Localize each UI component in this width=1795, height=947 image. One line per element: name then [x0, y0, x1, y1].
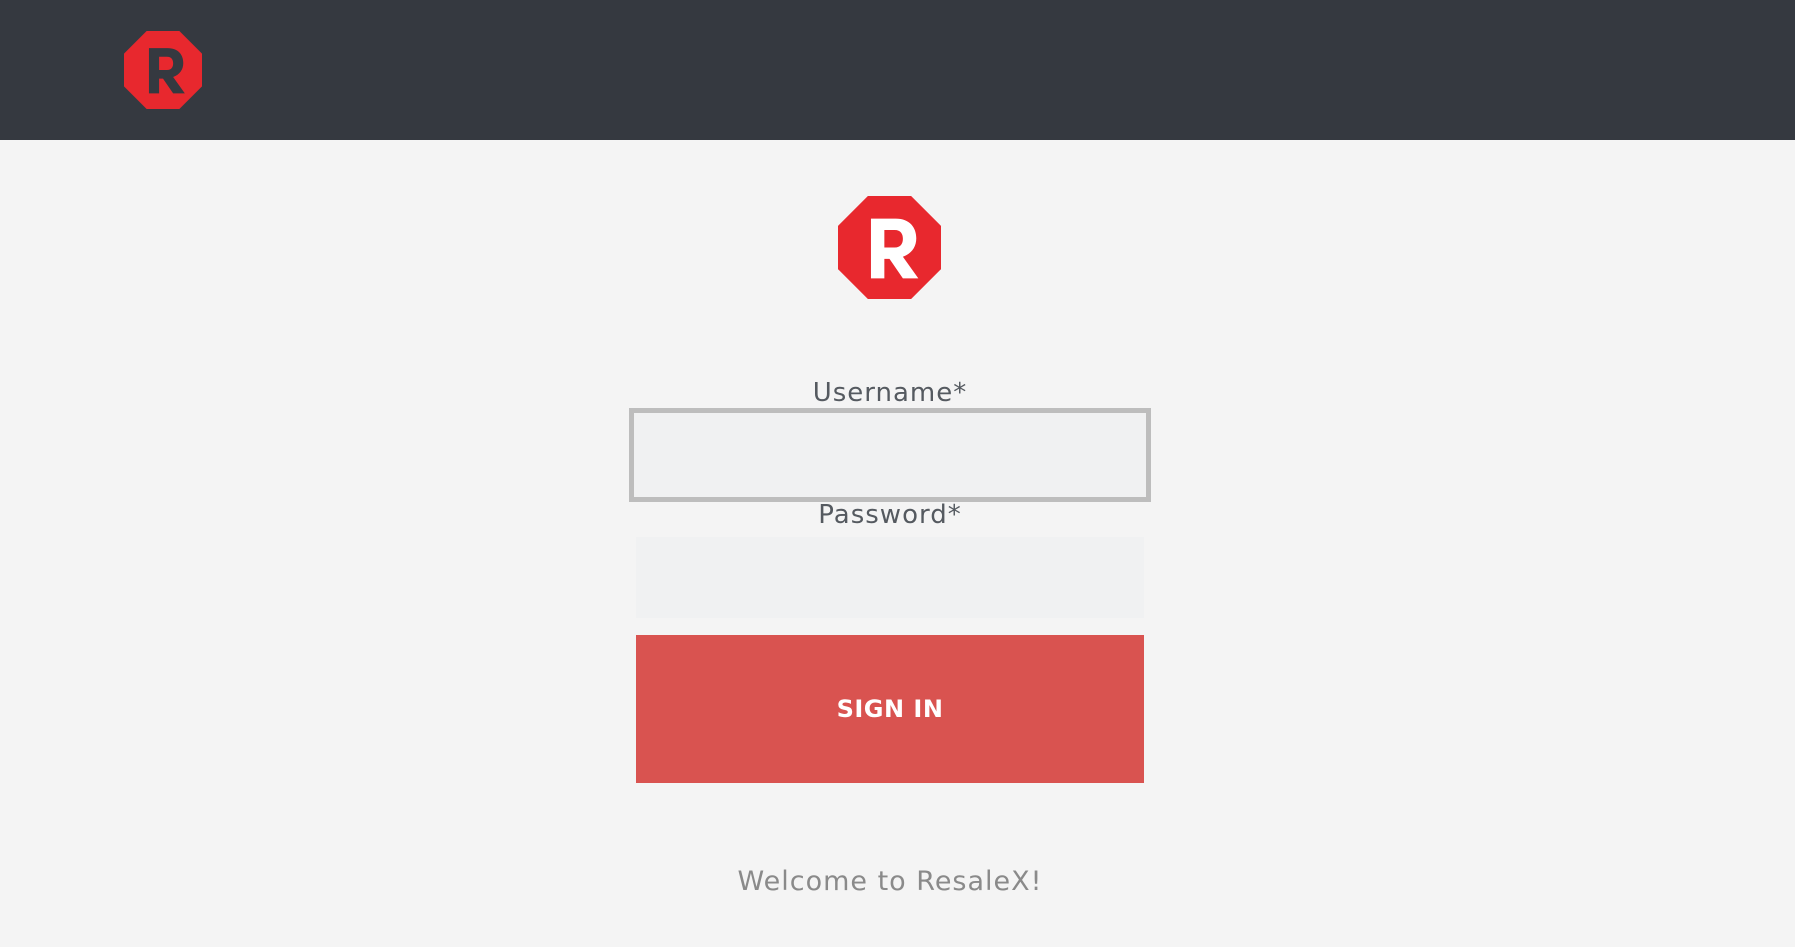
username-label: Username* — [812, 378, 968, 408]
sign-in-button[interactable]: SIGN IN — [636, 635, 1144, 783]
welcome-message: Welcome to ResaleX! — [737, 866, 1043, 897]
resalex-logo-icon[interactable] — [124, 31, 202, 109]
password-input[interactable] — [636, 537, 1144, 618]
top-navbar — [0, 0, 1795, 140]
password-label: Password* — [818, 500, 962, 530]
username-input[interactable] — [629, 408, 1151, 502]
resalex-logo-icon — [838, 196, 941, 299]
